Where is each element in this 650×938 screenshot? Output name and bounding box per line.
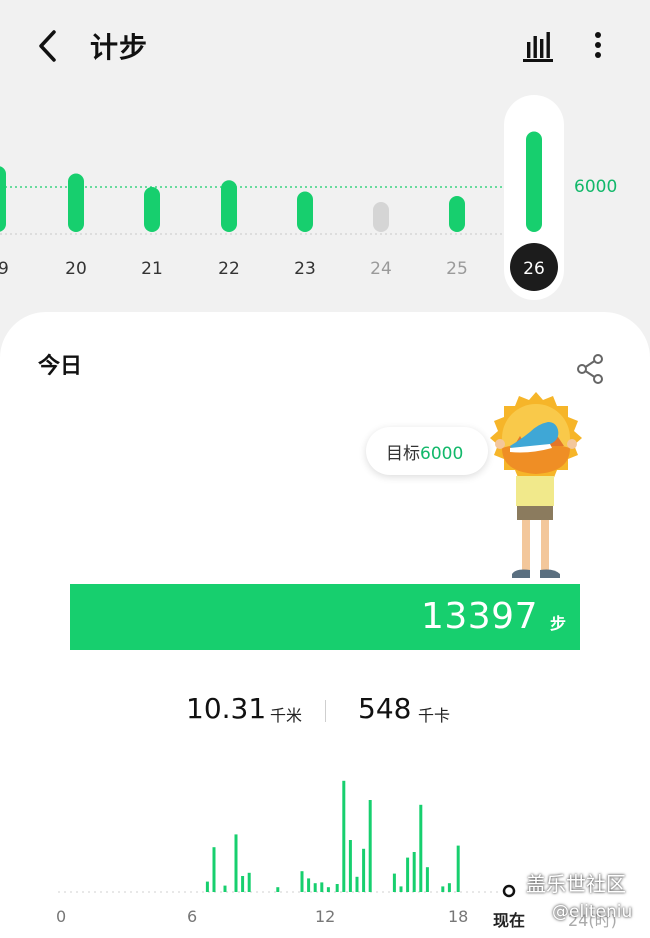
hourly-bar xyxy=(406,857,410,892)
hourly-bar xyxy=(326,887,330,892)
hourly-bar xyxy=(399,886,403,892)
steps-total-bar: 13397 步 xyxy=(70,584,580,650)
hourly-bar xyxy=(412,852,416,892)
goal-line-label: 6000 xyxy=(574,177,618,197)
hourly-bar xyxy=(447,883,451,892)
community-watermark: 盖乐世社区 @eliteniu xyxy=(526,868,650,932)
hourly-bar xyxy=(392,873,396,892)
bar-chart-icon[interactable] xyxy=(519,28,555,64)
weekly-steps-chart: 19 20 21 22 23 24 25 26 xyxy=(0,95,564,300)
hourly-bar xyxy=(234,834,238,892)
steps-unit: 步 xyxy=(549,614,566,633)
day-label[interactable]: 24 xyxy=(370,259,392,279)
hourly-bar xyxy=(276,887,280,892)
app-header: 计步 xyxy=(0,0,650,92)
hourly-bar xyxy=(212,847,216,892)
hourly-bar xyxy=(362,848,366,892)
hourly-bar xyxy=(441,886,445,892)
hour-axis-label: 0 xyxy=(56,907,67,926)
watermark-user: @eliteniu xyxy=(552,902,633,922)
day-label[interactable]: 21 xyxy=(141,259,163,279)
distance-unit: 千米 xyxy=(270,706,303,725)
day-bar[interactable] xyxy=(373,202,389,232)
goal-bubble: 目标6000 xyxy=(366,427,488,475)
more-vertical-icon[interactable] xyxy=(584,28,612,64)
hourly-bar xyxy=(241,876,245,892)
now-label: 现在 xyxy=(493,911,526,930)
hourly-bar xyxy=(313,883,317,892)
day-bar[interactable] xyxy=(0,166,6,232)
hourly-bar xyxy=(368,800,372,892)
hourly-bar xyxy=(307,878,311,892)
achievement-figure-illustration xyxy=(490,392,582,578)
hourly-bar xyxy=(300,871,304,892)
calories-value: 548 xyxy=(358,692,412,725)
day-label[interactable]: 20 xyxy=(65,259,87,279)
goal-prefix: 目标 xyxy=(386,444,420,464)
day-bar[interactable] xyxy=(449,196,465,232)
hour-axis-label: 18 xyxy=(448,907,469,926)
hourly-bar xyxy=(425,867,429,892)
goal-value: 6000 xyxy=(420,444,464,464)
day-bar[interactable] xyxy=(144,187,160,232)
steps-count: 13397 xyxy=(420,596,538,637)
day-bar[interactable] xyxy=(526,131,542,232)
hour-axis-label: 12 xyxy=(315,907,336,926)
day-label[interactable]: 25 xyxy=(446,259,468,279)
hourly-bar xyxy=(355,876,359,892)
day-bar[interactable] xyxy=(221,180,237,232)
today-card: 今日 目标6000 13397 步 10.31 千米 548 千卡 0 6 12… xyxy=(0,312,650,938)
hourly-bar xyxy=(320,882,324,892)
hour-axis-label: 6 xyxy=(187,907,198,926)
day-bar[interactable] xyxy=(297,191,313,233)
now-marker xyxy=(502,884,516,898)
calories-unit: 千卡 xyxy=(418,706,451,725)
watermark-brand: 盖乐世社区 xyxy=(526,872,626,896)
hourly-bar xyxy=(247,872,251,892)
hourly-bar xyxy=(335,884,339,892)
day-bar[interactable] xyxy=(68,173,84,233)
hourly-bar xyxy=(205,881,209,892)
chevron-left-icon[interactable] xyxy=(30,26,66,66)
metrics-divider xyxy=(325,700,326,722)
day-label[interactable]: 19 xyxy=(0,259,9,279)
hourly-bar xyxy=(223,885,227,892)
day-label[interactable]: 22 xyxy=(218,259,240,279)
metrics-row: 10.31 千米 548 千卡 xyxy=(0,692,650,732)
hourly-bar xyxy=(456,845,460,892)
today-title: 今日 xyxy=(38,354,83,379)
share-icon[interactable] xyxy=(574,352,606,386)
day-label[interactable]: 26 xyxy=(523,259,545,279)
hourly-bar xyxy=(419,804,423,892)
day-label[interactable]: 23 xyxy=(294,259,316,279)
weekly-steps-strip: 19 20 21 22 23 24 25 26 6000 xyxy=(0,92,650,302)
hourly-bar xyxy=(348,840,352,892)
hourly-bar xyxy=(342,780,346,892)
page-title: 计步 xyxy=(90,31,149,64)
distance-value: 10.31 xyxy=(186,692,267,725)
